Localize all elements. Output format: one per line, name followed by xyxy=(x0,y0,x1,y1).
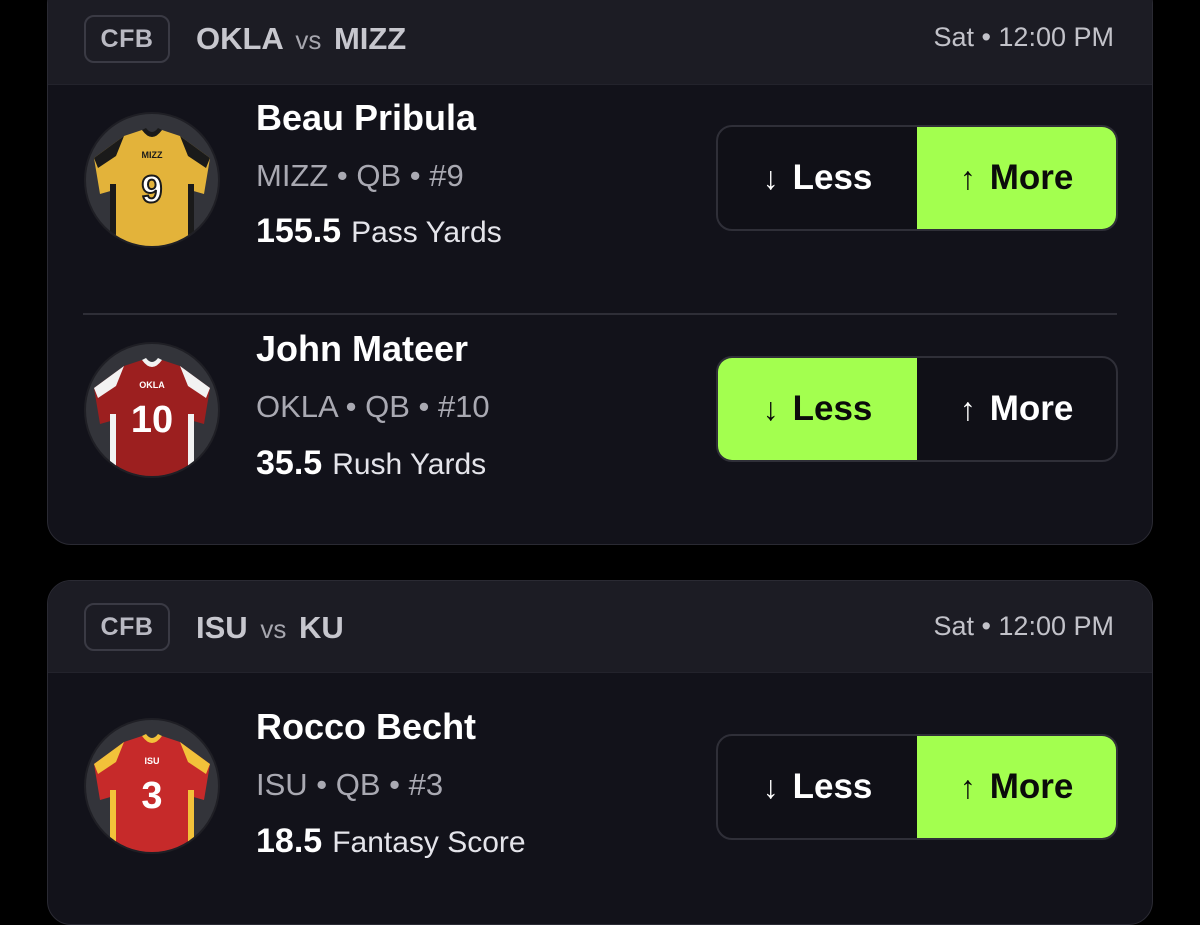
line-value: 35.5 xyxy=(256,444,323,482)
player-avatar: OKLA 10 xyxy=(84,342,220,478)
game-card: CFB OKLA vs MIZZ Sat • 12:00 PM MIZZ 9 B… xyxy=(47,0,1153,545)
prop-line: 35.5 Rush Yards xyxy=(256,444,486,483)
more-label: More xyxy=(989,389,1074,428)
jersey-label: OKLA xyxy=(139,380,165,390)
team-b: MIZZ xyxy=(333,21,407,56)
jersey-icon: OKLA 10 xyxy=(94,358,210,476)
more-button[interactable]: ↑ More xyxy=(917,127,1116,229)
stat-type: Pass Yards xyxy=(351,216,502,249)
team-b: KU xyxy=(298,610,344,645)
jersey-icon: MIZZ 9 xyxy=(94,128,210,246)
league-badge: CFB xyxy=(84,15,170,63)
jersey-icon: ISU 3 xyxy=(94,734,210,852)
game-time: Sat • 12:00 PM xyxy=(933,611,1114,641)
player-name: Rocco Becht xyxy=(256,706,477,747)
line-value: 18.5 xyxy=(256,822,323,860)
player-avatar: MIZZ 9 xyxy=(84,112,220,248)
player-meta: OKLA • QB • #10 xyxy=(256,389,490,424)
game-card: CFB ISU vs KU Sat • 12:00 PM ISU 3 Rocco… xyxy=(47,580,1153,925)
player-meta: ISU • QB • #3 xyxy=(256,767,444,802)
less-label: Less xyxy=(792,158,873,197)
less-button[interactable]: ↓ Less xyxy=(718,127,917,229)
less-label: Less xyxy=(792,389,873,428)
player-prop-row: ISU 3 Rocco Becht ISU • QB • #3 18.5 Fant… xyxy=(48,673,1152,903)
less-label: Less xyxy=(792,767,873,806)
line-value: 155.5 xyxy=(256,212,342,250)
less-button[interactable]: ↓ Less xyxy=(718,736,917,838)
arrow-down-icon: ↓ xyxy=(762,390,779,427)
more-label: More xyxy=(989,767,1074,806)
prop-line: 155.5 Pass Yards xyxy=(256,212,502,251)
player-prop-row: OKLA 10 John Mateer OKLA • QB • #10 35.5… xyxy=(48,316,1152,544)
more-button[interactable]: ↑ More xyxy=(917,358,1116,460)
arrow-up-icon: ↑ xyxy=(959,159,976,196)
player-name: Beau Pribula xyxy=(256,97,477,138)
player-prop-row: MIZZ 9 Beau Pribula MIZZ • QB • #9 155.5… xyxy=(48,85,1152,315)
arrow-up-icon: ↑ xyxy=(959,768,976,805)
pick-toggle: ↓ Less ↑ More xyxy=(716,734,1118,840)
arrow-down-icon: ↓ xyxy=(762,159,779,196)
vs-label: vs xyxy=(295,25,322,55)
less-button[interactable]: ↓ Less xyxy=(718,358,917,460)
more-button[interactable]: ↑ More xyxy=(917,736,1116,838)
game-header: CFB ISU vs KU Sat • 12:00 PM xyxy=(48,581,1152,673)
game-time: Sat • 12:00 PM xyxy=(933,22,1114,52)
matchup-title: OKLA vs MIZZ xyxy=(196,21,406,57)
team-a: OKLA xyxy=(196,21,283,56)
league-badge: CFB xyxy=(84,603,170,651)
pick-toggle: ↓ Less ↑ More xyxy=(716,125,1118,231)
jersey-number: 3 xyxy=(141,775,162,817)
game-header: CFB OKLA vs MIZZ Sat • 12:00 PM xyxy=(48,0,1152,85)
stat-type: Rush Yards xyxy=(332,448,487,481)
jersey-number: 10 xyxy=(131,399,173,441)
arrow-down-icon: ↓ xyxy=(762,768,779,805)
vs-label: vs xyxy=(260,614,287,644)
more-label: More xyxy=(989,158,1074,197)
prop-line: 18.5 Fantasy Score xyxy=(256,822,526,861)
stat-type: Fantasy Score xyxy=(332,826,526,859)
player-avatar: ISU 3 xyxy=(84,718,220,854)
jersey-number: 9 xyxy=(141,169,162,211)
team-a: ISU xyxy=(196,610,248,645)
jersey-label: ISU xyxy=(144,756,159,766)
row-divider xyxy=(83,313,1117,315)
pick-toggle: ↓ Less ↑ More xyxy=(716,356,1118,462)
player-name: John Mateer xyxy=(256,328,469,369)
arrow-up-icon: ↑ xyxy=(959,390,976,427)
jersey-label: MIZZ xyxy=(142,150,163,160)
player-meta: MIZZ • QB • #9 xyxy=(256,158,464,193)
matchup-title: ISU vs KU xyxy=(196,610,344,646)
